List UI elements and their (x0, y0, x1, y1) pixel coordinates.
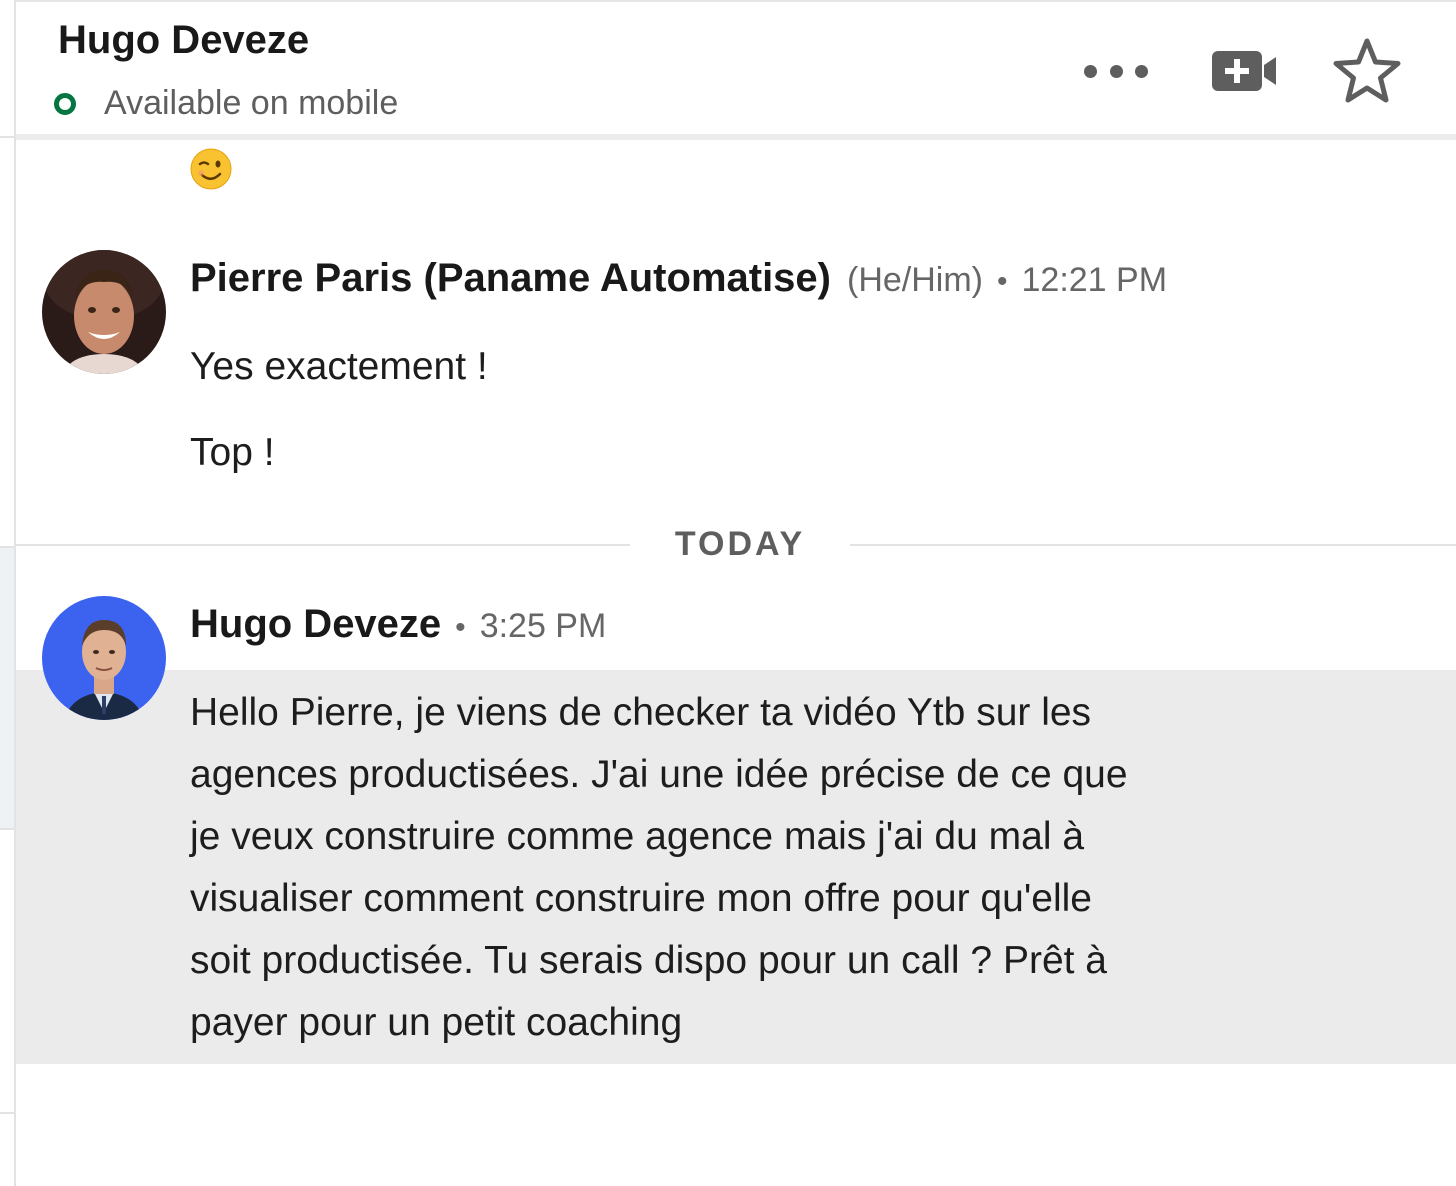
presence-status: Available on mobile (54, 84, 398, 123)
rail-separator (0, 546, 14, 548)
sender-pronoun: (He/Him) (847, 261, 983, 299)
rail-separator (0, 1112, 14, 1114)
message-line: soit productisée. Tu serais dispo pour u… (190, 939, 1107, 982)
sender-name[interactable]: Pierre Paris (Paname Automatise) (190, 256, 831, 301)
contact-name[interactable]: Hugo Deveze (58, 18, 309, 63)
message-time: 3:25 PM (479, 607, 607, 645)
separator-dot: • (455, 611, 466, 644)
message-line: payer pour un petit coaching (190, 1001, 683, 1044)
selected-conversation-edge (0, 548, 14, 830)
message-line: Top ! (190, 431, 275, 474)
winking-face-emoji (190, 148, 232, 190)
conversation-window: Hugo Deveze Available on mobile Pierre P… (0, 0, 1456, 1186)
message-line: Yes exactement ! (190, 345, 488, 388)
message-line: visualiser comment construire mon offre … (190, 877, 1092, 920)
date-divider-label: TODAY (630, 524, 850, 564)
video-call-icon[interactable] (1210, 39, 1278, 103)
message-header: Pierre Paris (Paname Automatise) (He/Him… (190, 256, 1167, 301)
presence-icon (54, 92, 76, 115)
sender-name[interactable]: Hugo Deveze (190, 602, 441, 647)
conversation-list-edge (0, 0, 16, 1186)
message-header: Hugo Deveze • 3:25 PM (190, 602, 606, 647)
message-body: Hello Pierre, je viens de checker ta vid… (190, 682, 1128, 1054)
message-thread: Pierre Paris (Paname Automatise) (He/Him… (16, 140, 1456, 1186)
message-time: 12:21 PM (1021, 261, 1168, 299)
header-actions (1084, 36, 1402, 106)
more-icon[interactable] (1084, 39, 1148, 103)
rail-separator (0, 828, 14, 830)
conversation-header: Hugo Deveze Available on mobile (16, 0, 1456, 140)
rail-separator (0, 136, 14, 138)
message-line: je veux construire comme agence mais j'a… (190, 815, 1085, 858)
message-line: Hello Pierre, je viens de checker ta vid… (190, 691, 1092, 734)
separator-dot: • (996, 265, 1008, 298)
avatar-hugo[interactable] (42, 596, 166, 720)
presence-text: Available on mobile (104, 84, 399, 122)
star-icon[interactable] (1332, 36, 1402, 106)
message-line: agences productisées. J'ai une idée préc… (190, 753, 1128, 796)
avatar-pierre[interactable] (42, 250, 166, 374)
